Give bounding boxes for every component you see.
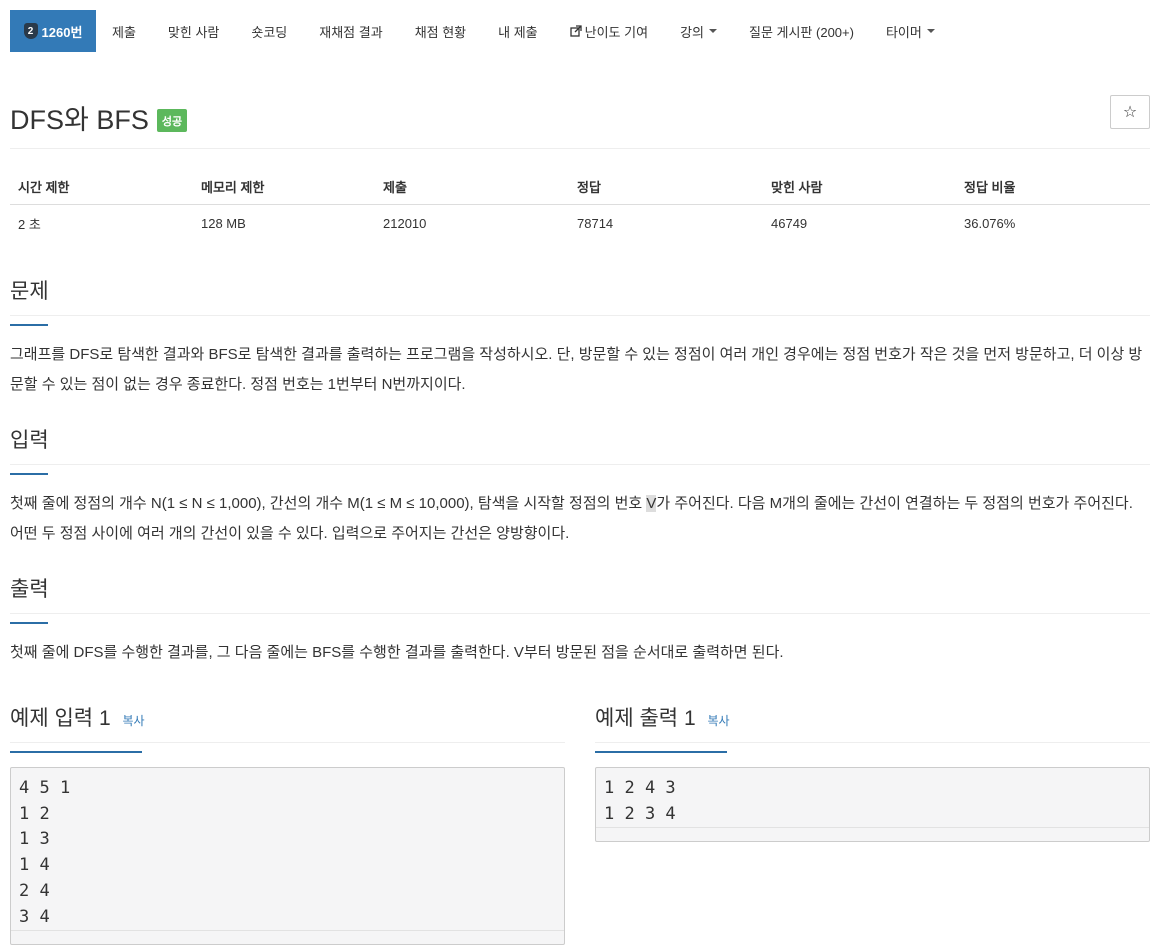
table-cell: 78714 — [577, 216, 614, 231]
table-header-cell: 맞힌 사람 — [763, 169, 956, 205]
highlighted-text: V — [646, 495, 657, 512]
section-heading: 출력 — [10, 573, 1150, 624]
table-cell: 36.076% — [964, 216, 1016, 231]
horizontal-scrollbar[interactable] — [11, 930, 564, 944]
table-header-row: 시간 제한 메모리 제한 제출 정답 맞힌 사람 정답 비율 — [10, 169, 1150, 205]
heading-underline — [10, 324, 48, 326]
caret-down-icon — [708, 29, 717, 33]
nav-submit-label: 제출 — [112, 24, 136, 40]
section-title: 입력 — [10, 429, 49, 452]
star-icon: ☆ — [1122, 104, 1138, 121]
table-header-cell: 정답 — [569, 169, 763, 205]
nav-my-submissions-label: 내 제출 — [498, 24, 538, 40]
problem-menu: 2 1260번 제출 맞힌 사람 숏코딩 재채점 결과 채점 현황 내 제출 난… — [10, 6, 1150, 56]
section-heading: 입력 — [10, 424, 1150, 475]
problem-description: 그래프를 DFS로 탐색한 결과와 BFS로 탐색한 결과를 출력하는 프로그램… — [10, 346, 1143, 393]
nav-difficulty-contribute[interactable]: 난이도 기여 — [554, 10, 664, 52]
nav-lectures-label: 강의 — [680, 24, 704, 40]
problem-description-section: 문제 그래프를 DFS로 탐색한 결과와 BFS로 탐색한 결과를 출력하는 프… — [10, 275, 1150, 400]
nav-submit[interactable]: 제출 — [96, 10, 152, 52]
table-row: 2 초 128 MB 212010 78714 46749 36.076% — [10, 205, 1150, 242]
table-header-cell: 정답 비율 — [956, 169, 1150, 205]
sample-output-title: 예제 출력 1 — [595, 707, 696, 730]
section-title: 출력 — [10, 578, 49, 601]
external-link-icon — [569, 25, 582, 37]
nav-question-board[interactable]: 질문 게시판 (200+) — [733, 10, 870, 52]
problem-info-table: 시간 제한 메모리 제한 제출 정답 맞힌 사람 정답 비율 2 초 128 M… — [10, 169, 1150, 241]
section-title: 문제 — [10, 280, 49, 303]
problem-title: DFS와 BFS — [10, 104, 149, 135]
nav-difficulty-contribute-label: 난이도 기여 — [584, 24, 649, 40]
table-cell: 212010 — [383, 216, 427, 231]
divider — [10, 148, 1150, 149]
nav-short-coding[interactable]: 숏코딩 — [235, 10, 303, 52]
nav-timer-dropdown[interactable]: 타이머 — [870, 10, 951, 52]
sample-input-data[interactable]: 4 5 1 1 2 1 3 1 4 2 4 3 4 — [10, 767, 565, 945]
nav-problem-number[interactable]: 2 1260번 — [10, 10, 96, 52]
section-heading: 예제 입력 1 복사 — [10, 702, 565, 753]
heading-underline — [10, 473, 48, 475]
sample-input-text: 4 5 1 1 2 1 3 1 4 2 4 3 4 — [19, 778, 71, 927]
table-header-cell: 메모리 제한 — [193, 169, 375, 205]
nav-solved-users-label: 맞힌 사람 — [167, 24, 220, 40]
problem-header: DFS와 BFS 성공 ☆ — [10, 92, 1150, 142]
status-badge: 성공 — [156, 108, 188, 132]
sample-output-1: 예제 출력 1 복사 1 2 4 3 1 2 3 4 — [595, 702, 1150, 945]
nav-problem-number-label: 1260번 — [41, 24, 83, 40]
table-header-cell: 제출 — [375, 169, 569, 205]
nav-lectures-dropdown[interactable]: 강의 — [664, 10, 733, 52]
favorite-star-button[interactable]: ☆ — [1110, 95, 1150, 129]
heading-underline — [595, 751, 727, 753]
table-header-cell: 시간 제한 — [10, 169, 193, 205]
table-cell: 128 MB — [201, 216, 246, 231]
tier-icon: 2 — [23, 23, 38, 39]
nav-status[interactable]: 채점 현황 — [399, 10, 482, 52]
heading-underline — [10, 751, 142, 753]
horizontal-scrollbar[interactable] — [596, 827, 1149, 841]
nav-rejudge-results[interactable]: 재채점 결과 — [303, 10, 398, 52]
sample-output-text: 1 2 4 3 1 2 3 4 — [604, 778, 676, 824]
nav-my-submissions[interactable]: 내 제출 — [482, 10, 554, 52]
problem-output-section: 출력 첫째 줄에 DFS를 수행한 결과를, 그 다음 줄에는 BFS를 수행한… — [10, 573, 1150, 668]
copy-sample-input-button[interactable]: 복사 — [122, 714, 144, 728]
nav-rejudge-results-label: 재채점 결과 — [319, 24, 383, 40]
heading-underline — [10, 622, 48, 624]
section-heading: 예제 출력 1 복사 — [595, 702, 1150, 753]
copy-sample-output-button[interactable]: 복사 — [707, 714, 729, 728]
table-cell: 46749 — [771, 216, 808, 231]
sample-input-1: 예제 입력 1 복사 4 5 1 1 2 1 3 1 4 2 4 3 4 — [10, 702, 565, 945]
sample-output-data[interactable]: 1 2 4 3 1 2 3 4 — [595, 767, 1150, 843]
nav-question-board-label: 질문 게시판 (200+) — [748, 24, 854, 40]
problem-input-section: 입력 첫째 줄에 정점의 개수 N(1 ≤ N ≤ 1,000), 간선의 개수… — [10, 424, 1150, 549]
sample-input-title: 예제 입력 1 — [10, 707, 111, 730]
nav-timer-label: 타이머 — [885, 24, 922, 40]
nav-short-coding-label: 숏코딩 — [251, 24, 288, 40]
table-cell: 2 초 — [18, 217, 41, 232]
nav-solved-users[interactable]: 맞힌 사람 — [152, 10, 235, 52]
caret-down-icon — [926, 29, 935, 33]
section-heading: 문제 — [10, 275, 1150, 326]
problem-output: 첫째 줄에 DFS를 수행한 결과를, 그 다음 줄에는 BFS를 수행한 결과… — [10, 644, 784, 661]
samples: 예제 입력 1 복사 4 5 1 1 2 1 3 1 4 2 4 3 4 예제 … — [10, 702, 1150, 945]
problem-input: 첫째 줄에 정점의 개수 N(1 ≤ N ≤ 1,000), 간선의 개수 M(… — [10, 489, 1150, 549]
problem-input-text: 첫째 줄에 정점의 개수 N(1 ≤ N ≤ 1,000), 간선의 개수 M(… — [10, 495, 647, 512]
nav-status-label: 채점 현황 — [414, 24, 467, 40]
